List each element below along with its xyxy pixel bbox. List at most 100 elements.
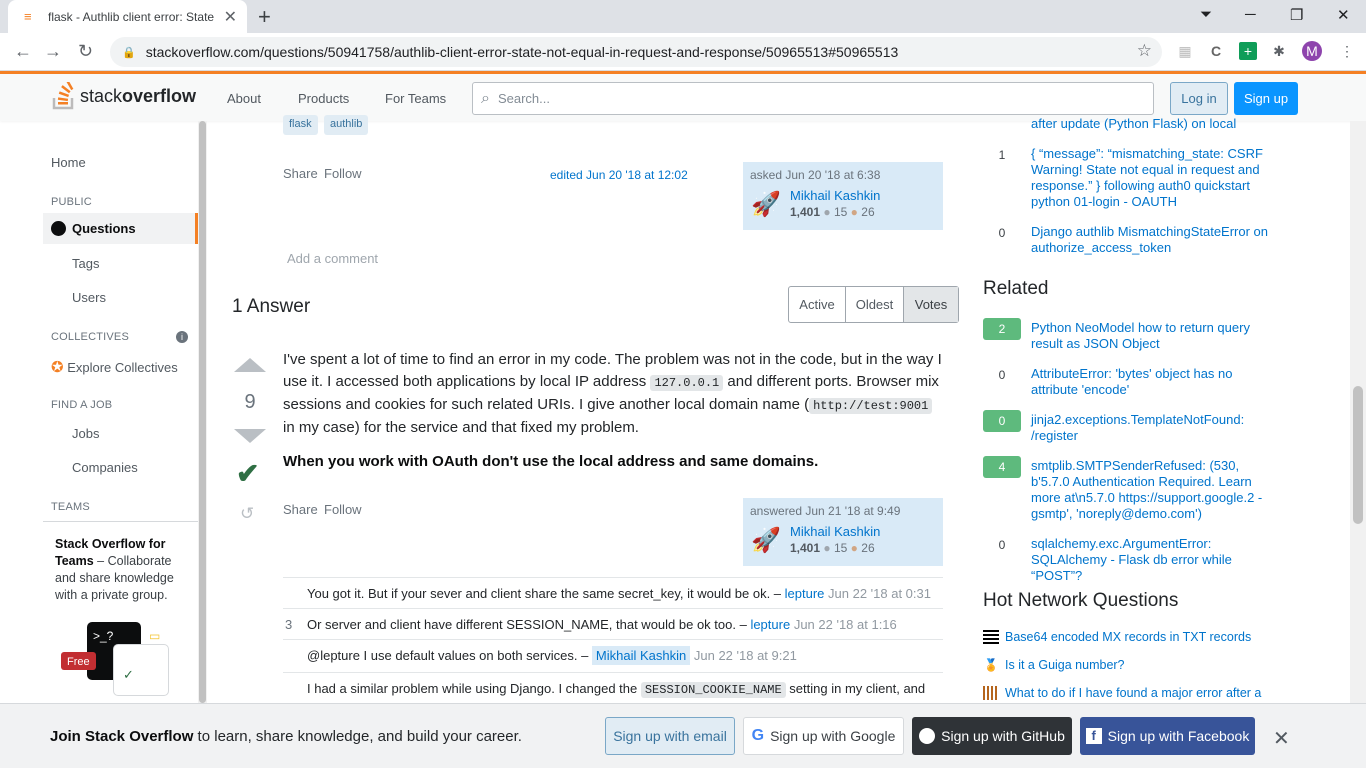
- hnq-item[interactable]: Base64 encoded MX records in TXT records: [983, 630, 1283, 644]
- signup-button[interactable]: Sign up: [1234, 82, 1298, 115]
- comment-user-link[interactable]: Mikhail Kashkin: [591, 646, 691, 665]
- tag-flask[interactable]: flask: [283, 115, 318, 135]
- vote-badge: 1: [983, 144, 1021, 166]
- hnq-item[interactable]: What to do if I have found a major error…: [983, 686, 1283, 700]
- nav-for-teams[interactable]: For Teams: [385, 91, 446, 106]
- signup-banner-rest: to learn, share knowledge, and build you…: [193, 728, 522, 745]
- question-follow-link[interactable]: Follow: [324, 166, 362, 181]
- nav-home[interactable]: Home: [51, 155, 86, 170]
- signup-facebook-button[interactable]: f Sign up with Facebook: [1080, 717, 1255, 755]
- add-comment-link[interactable]: Add a comment: [287, 251, 378, 266]
- comment-user-link[interactable]: lepture: [750, 617, 790, 632]
- question-owner-rep: 1,401 ● 15 ● 26: [790, 205, 875, 219]
- extension-grey-icon[interactable]: ▦: [1176, 42, 1194, 60]
- forward-icon[interactable]: →: [44, 41, 62, 62]
- left-scroll-thumb[interactable]: [199, 121, 206, 703]
- tab-search-icon[interactable]: ⏷: [1200, 6, 1212, 23]
- rocket-avatar-icon[interactable]: 🚀: [751, 525, 783, 557]
- answer-follow-link[interactable]: Follow: [324, 502, 362, 517]
- answer-owner-rep: 1,401 ● 15 ● 26: [790, 541, 875, 555]
- signup-github-button[interactable]: Sign up with GitHub: [912, 717, 1072, 755]
- stackoverflow-favicon-icon: ≡: [24, 8, 32, 24]
- stackoverflow-logo[interactable]: stack overflow: [52, 80, 197, 110]
- nav-products[interactable]: Products: [298, 91, 349, 106]
- nav-tags[interactable]: Tags: [72, 256, 99, 271]
- downvote-icon[interactable]: [234, 429, 266, 443]
- stack-logo-icon: [52, 80, 76, 110]
- related-question-link[interactable]: smtplib.SMTPSenderRefused: (530, b'5.7.0…: [1031, 458, 1281, 522]
- free-badge: Free: [61, 652, 96, 670]
- tag-authlib[interactable]: authlib: [324, 115, 369, 135]
- sort-oldest[interactable]: Oldest: [846, 287, 904, 322]
- extension-green-plus-icon[interactable]: +: [1239, 42, 1257, 60]
- hnq-item[interactable]: 🏅 Is it a Guiga number?: [983, 658, 1283, 672]
- hnq-link[interactable]: Is it a Guiga number?: [1005, 658, 1125, 672]
- sort-votes[interactable]: Votes: [904, 287, 958, 322]
- linked-question-link[interactable]: { “message”: “mismatching_state: CSRF Wa…: [1031, 146, 1281, 210]
- comment-text: I had a similar problem while using Djan…: [307, 681, 925, 698]
- silver-badge-icon: ●: [823, 541, 831, 555]
- address-bar[interactable]: 🔒 stackoverflow.com/questions/50941758/a…: [110, 37, 1162, 67]
- left-sidebar-scrollbar[interactable]: [198, 121, 207, 703]
- search-input[interactable]: ⌕ Search...: [472, 82, 1154, 115]
- minimize-icon[interactable]: ─: [1245, 6, 1256, 23]
- page-scroll-thumb[interactable]: [1353, 386, 1363, 524]
- nav-about[interactable]: About: [227, 91, 261, 106]
- profile-avatar[interactable]: M: [1302, 41, 1322, 61]
- related-question-link[interactable]: Python NeoModel how to return query resu…: [1031, 320, 1281, 352]
- info-icon[interactable]: i: [176, 331, 188, 343]
- question-share-link[interactable]: Share: [283, 166, 318, 181]
- back-icon[interactable]: ←: [14, 41, 32, 62]
- vote-badge: 0: [983, 410, 1021, 432]
- close-banner-icon[interactable]: ✕: [1273, 726, 1290, 751]
- answer-owner-name[interactable]: Mikhail Kashkin: [790, 524, 880, 539]
- maximize-icon[interactable]: ❐: [1290, 6, 1303, 24]
- related-heading: Related: [983, 278, 1049, 299]
- related-question-link[interactable]: jinja2.exceptions.TemplateNotFound: /reg…: [1031, 412, 1281, 444]
- logo-text-overflow: overflow: [122, 85, 197, 106]
- hnq-link[interactable]: What to do if I have found a major error…: [1005, 686, 1261, 700]
- upvote-icon[interactable]: [234, 358, 266, 372]
- signup-google-button[interactable]: G Sign up with Google: [743, 717, 904, 755]
- nav-questions-label: Questions: [72, 221, 136, 236]
- extension-c-icon[interactable]: C: [1207, 42, 1225, 60]
- related-question-link[interactable]: sqlalchemy.exc.ArgumentError: SQLAlchemy…: [1031, 536, 1281, 584]
- lock-icon: 🔒: [122, 46, 136, 59]
- browser-tab[interactable]: ≡ flask - Authlib client error: State n …: [8, 0, 247, 33]
- new-tab-icon[interactable]: +: [258, 4, 271, 30]
- browser-menu-icon[interactable]: ⋮: [1338, 42, 1356, 60]
- books-site-icon: [983, 686, 999, 700]
- comment-text: You got it. But if your sever and client…: [307, 586, 931, 601]
- silver-badge-icon: ●: [823, 205, 831, 219]
- bookmark-star-icon[interactable]: ☆: [1137, 41, 1152, 61]
- signup-email-button[interactable]: Sign up with email: [605, 717, 735, 755]
- linked-question-link[interactable]: after update (Python Flask) on local: [1031, 116, 1281, 132]
- linked-question-link[interactable]: Django authlib MismatchingStateError on …: [1031, 224, 1281, 256]
- comment-body: You got it. But if your sever and client…: [307, 586, 785, 601]
- teams-illustration: >_? Free ✓ ▭: [55, 614, 186, 704]
- sort-active[interactable]: Active: [789, 287, 846, 322]
- comment-text: Or server and client have different SESS…: [307, 617, 897, 632]
- rocket-avatar-icon[interactable]: 🚀: [751, 189, 783, 221]
- nav-questions[interactable]: Questions: [43, 213, 198, 244]
- history-icon[interactable]: ↺: [240, 504, 254, 524]
- question-owner-name[interactable]: Mikhail Kashkin: [790, 188, 880, 203]
- close-window-icon[interactable]: ✕: [1337, 6, 1350, 24]
- hnq-link[interactable]: Base64 encoded MX records in TXT records: [1005, 630, 1251, 644]
- page-scrollbar[interactable]: [1350, 121, 1366, 703]
- nav-users[interactable]: Users: [72, 290, 106, 305]
- browser-toolbar: ← → ↻ 🔒 stackoverflow.com/questions/5094…: [0, 33, 1366, 71]
- login-button[interactable]: Log in: [1170, 82, 1228, 115]
- extensions-puzzle-icon[interactable]: ✱: [1270, 42, 1288, 60]
- question-edited-link[interactable]: edited Jun 20 '18 at 12:02: [550, 168, 688, 182]
- comment-user-link[interactable]: lepture: [785, 586, 825, 601]
- close-tab-icon[interactable]: ✕: [224, 7, 237, 27]
- answer-share-link[interactable]: Share: [283, 502, 318, 517]
- answer-bold-text: When you work with OAuth don't use the l…: [283, 453, 819, 470]
- nav-explore-collectives[interactable]: ✪ Explore Collectives: [51, 358, 178, 376]
- nav-jobs[interactable]: Jobs: [72, 426, 99, 441]
- public-heading: PUBLIC: [51, 196, 92, 208]
- reload-icon[interactable]: ↻: [78, 41, 93, 62]
- nav-companies[interactable]: Companies: [72, 460, 138, 475]
- related-question-link[interactable]: AttributeError: 'bytes' object has no at…: [1031, 366, 1281, 398]
